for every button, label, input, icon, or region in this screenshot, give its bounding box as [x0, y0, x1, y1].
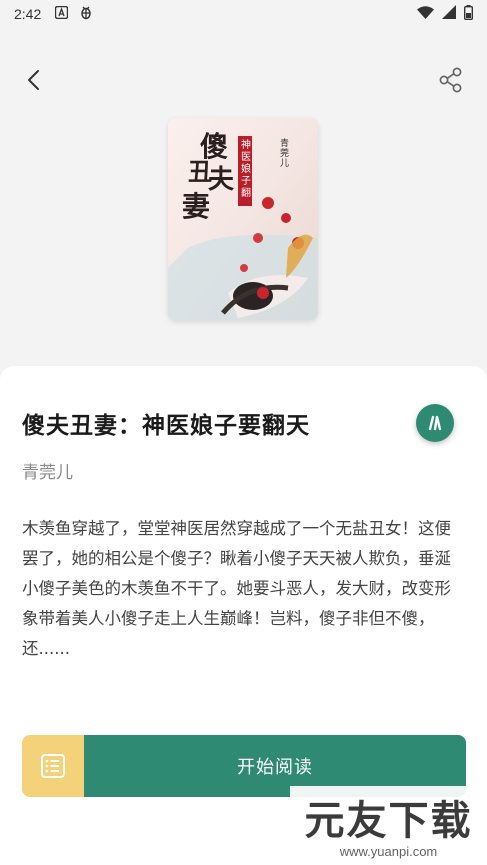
wifi-icon [417, 5, 434, 23]
status-left-icons [55, 4, 94, 24]
listen-icon [428, 415, 442, 431]
sim-a-icon [55, 5, 69, 23]
status-bar: 2:42 [0, 0, 487, 28]
book-title: 傻夫丑妻：神医娘子要翻天 [22, 412, 310, 439]
svg-text:娘: 娘 [241, 162, 251, 175]
status-time: 2:42 [14, 6, 42, 22]
bug-icon [78, 4, 94, 24]
svg-text:夫: 夫 [208, 165, 235, 195]
table-of-contents-button[interactable] [22, 735, 84, 797]
book-cover[interactable]: 傻 丑 夫 妻 神 医 娘 子 翻 青 莞 儿 [168, 118, 318, 320]
list-icon [41, 754, 65, 778]
status-right-icons [417, 4, 473, 24]
book-description: 木羡鱼穿越了，堂堂神医居然穿越成了一个无盐丑女！这便罢了，她的相公是个傻子？瞅着… [22, 519, 451, 658]
back-button[interactable] [20, 66, 48, 94]
svg-text:儿: 儿 [280, 158, 289, 169]
chevron-left-icon [28, 70, 39, 90]
svg-text:青: 青 [280, 137, 289, 149]
svg-text:子: 子 [241, 175, 251, 187]
svg-text:神: 神 [241, 138, 251, 151]
battery-icon [463, 4, 473, 24]
svg-text:莞: 莞 [280, 147, 289, 159]
listen-button[interactable] [416, 404, 454, 442]
watermark: 元友下载 www.yuanpi.com [290, 786, 487, 865]
svg-text:翻: 翻 [241, 187, 251, 199]
signal-icon [442, 5, 456, 23]
top-nav [0, 62, 487, 98]
book-author[interactable]: 青莞儿 [22, 458, 73, 483]
watermark-url: www.yuanpi.com [339, 844, 438, 859]
share-icon [439, 67, 462, 93]
watermark-brand: 元友下载 [304, 798, 473, 844]
svg-text:医: 医 [241, 151, 251, 163]
svg-text:妻: 妻 [182, 190, 210, 223]
share-button[interactable] [437, 66, 465, 94]
